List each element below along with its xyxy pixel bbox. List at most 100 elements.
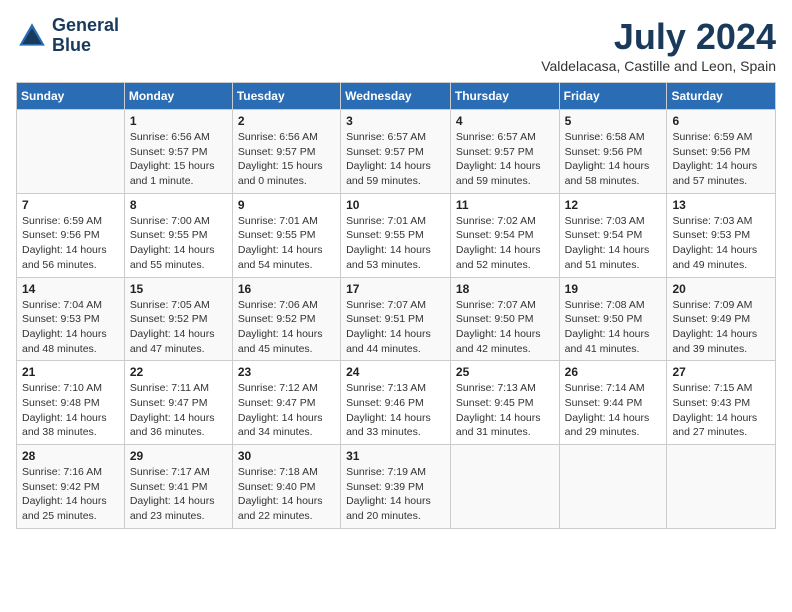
day-info: Sunrise: 6:59 AM Sunset: 9:56 PM Dayligh…: [672, 130, 770, 189]
day-number: 31: [346, 449, 445, 463]
day-number: 15: [130, 282, 227, 296]
day-cell: 30 Sunrise: 7:18 AM Sunset: 9:40 PM Dayli…: [232, 445, 340, 529]
day-number: 29: [130, 449, 227, 463]
day-number: 5: [565, 114, 662, 128]
day-info: Sunrise: 7:03 AM Sunset: 9:54 PM Dayligh…: [565, 214, 662, 273]
day-info: Sunrise: 7:13 AM Sunset: 9:46 PM Dayligh…: [346, 381, 445, 440]
week-row-3: 14 Sunrise: 7:04 AM Sunset: 9:53 PM Dayli…: [17, 277, 776, 361]
day-number: 20: [672, 282, 770, 296]
day-info: Sunrise: 6:57 AM Sunset: 9:57 PM Dayligh…: [456, 130, 554, 189]
day-cell: [17, 110, 125, 194]
day-number: 21: [22, 365, 119, 379]
day-cell: 15 Sunrise: 7:05 AM Sunset: 9:52 PM Dayli…: [124, 277, 232, 361]
day-number: 26: [565, 365, 662, 379]
day-info: Sunrise: 7:18 AM Sunset: 9:40 PM Dayligh…: [238, 465, 335, 524]
day-cell: 12 Sunrise: 7:03 AM Sunset: 9:54 PM Dayli…: [559, 193, 667, 277]
day-cell: 14 Sunrise: 7:04 AM Sunset: 9:53 PM Dayli…: [17, 277, 125, 361]
day-number: 12: [565, 198, 662, 212]
title-block: July 2024 Valdelacasa, Castille and Leon…: [541, 16, 776, 74]
day-cell: 19 Sunrise: 7:08 AM Sunset: 9:50 PM Dayli…: [559, 277, 667, 361]
day-info: Sunrise: 7:17 AM Sunset: 9:41 PM Dayligh…: [130, 465, 227, 524]
day-info: Sunrise: 7:08 AM Sunset: 9:50 PM Dayligh…: [565, 298, 662, 357]
day-cell: 24Sunrise: 7:13 AM Sunset: 9:46 PM Dayli…: [341, 361, 451, 445]
day-number: 17: [346, 282, 445, 296]
day-number: 4: [456, 114, 554, 128]
day-cell: 22 Sunrise: 7:11 AM Sunset: 9:47 PM Dayli…: [124, 361, 232, 445]
day-info: Sunrise: 7:05 AM Sunset: 9:52 PM Dayligh…: [130, 298, 227, 357]
day-cell: 17 Sunrise: 7:07 AM Sunset: 9:51 PM Dayli…: [341, 277, 451, 361]
day-cell: 31 Sunrise: 7:19 AM Sunset: 9:39 PM Dayli…: [341, 445, 451, 529]
day-info: Sunrise: 7:06 AM Sunset: 9:52 PM Dayligh…: [238, 298, 335, 357]
day-cell: 23 Sunrise: 7:12 AM Sunset: 9:47 PM Dayli…: [232, 361, 340, 445]
day-number: 28: [22, 449, 119, 463]
week-row-4: 21 Sunrise: 7:10 AM Sunset: 9:48 PM Dayli…: [17, 361, 776, 445]
calendar-table: SundayMondayTuesdayWednesdayThursdayFrid…: [16, 82, 776, 529]
day-number: 11: [456, 198, 554, 212]
day-cell: 9 Sunrise: 7:01 AM Sunset: 9:55 PM Daylig…: [232, 193, 340, 277]
day-info: Sunrise: 6:57 AM Sunset: 9:57 PM Dayligh…: [346, 130, 445, 189]
location: Valdelacasa, Castille and Leon, Spain: [541, 58, 776, 74]
day-number: 25: [456, 365, 554, 379]
column-header-friday: Friday: [559, 83, 667, 110]
day-info: Sunrise: 7:19 AM Sunset: 9:39 PM Dayligh…: [346, 465, 445, 524]
day-info: Sunrise: 7:00 AM Sunset: 9:55 PM Dayligh…: [130, 214, 227, 273]
day-cell: 4 Sunrise: 6:57 AM Sunset: 9:57 PM Daylig…: [450, 110, 559, 194]
day-info: Sunrise: 7:04 AM Sunset: 9:53 PM Dayligh…: [22, 298, 119, 357]
day-number: 23: [238, 365, 335, 379]
day-cell: 16 Sunrise: 7:06 AM Sunset: 9:52 PM Dayli…: [232, 277, 340, 361]
day-info: Sunrise: 7:11 AM Sunset: 9:47 PM Dayligh…: [130, 381, 227, 440]
day-info: Sunrise: 7:12 AM Sunset: 9:47 PM Dayligh…: [238, 381, 335, 440]
day-number: 14: [22, 282, 119, 296]
page-header: General Blue July 2024 Valdelacasa, Cast…: [16, 16, 776, 74]
day-info: Sunrise: 6:58 AM Sunset: 9:56 PM Dayligh…: [565, 130, 662, 189]
day-cell: 21 Sunrise: 7:10 AM Sunset: 9:48 PM Dayli…: [17, 361, 125, 445]
day-cell: 26Sunrise: 7:14 AM Sunset: 9:44 PM Dayli…: [559, 361, 667, 445]
day-cell: 20 Sunrise: 7:09 AM Sunset: 9:49 PM Dayli…: [667, 277, 776, 361]
day-cell: 27 Sunrise: 7:15 AM Sunset: 9:43 PM Dayli…: [667, 361, 776, 445]
month-title: July 2024: [541, 16, 776, 58]
day-number: 9: [238, 198, 335, 212]
logo-icon: [16, 20, 48, 52]
day-number: 18: [456, 282, 554, 296]
day-number: 10: [346, 198, 445, 212]
day-number: 13: [672, 198, 770, 212]
column-header-sunday: Sunday: [17, 83, 125, 110]
day-info: Sunrise: 7:09 AM Sunset: 9:49 PM Dayligh…: [672, 298, 770, 357]
day-cell: [559, 445, 667, 529]
day-info: Sunrise: 6:56 AM Sunset: 9:57 PM Dayligh…: [238, 130, 335, 189]
day-info: Sunrise: 7:07 AM Sunset: 9:51 PM Dayligh…: [346, 298, 445, 357]
day-info: Sunrise: 7:10 AM Sunset: 9:48 PM Dayligh…: [22, 381, 119, 440]
day-cell: 29 Sunrise: 7:17 AM Sunset: 9:41 PM Dayli…: [124, 445, 232, 529]
day-info: Sunrise: 6:56 AM Sunset: 9:57 PM Dayligh…: [130, 130, 227, 189]
day-cell: 5 Sunrise: 6:58 AM Sunset: 9:56 PM Daylig…: [559, 110, 667, 194]
day-info: Sunrise: 7:03 AM Sunset: 9:53 PM Dayligh…: [672, 214, 770, 273]
day-cell: 18 Sunrise: 7:07 AM Sunset: 9:50 PM Dayli…: [450, 277, 559, 361]
day-cell: 13 Sunrise: 7:03 AM Sunset: 9:53 PM Dayli…: [667, 193, 776, 277]
logo: General Blue: [16, 16, 119, 56]
day-number: 16: [238, 282, 335, 296]
day-cell: 6 Sunrise: 6:59 AM Sunset: 9:56 PM Daylig…: [667, 110, 776, 194]
day-number: 30: [238, 449, 335, 463]
day-number: 22: [130, 365, 227, 379]
day-number: 8: [130, 198, 227, 212]
day-number: 3: [346, 114, 445, 128]
day-info: Sunrise: 7:01 AM Sunset: 9:55 PM Dayligh…: [238, 214, 335, 273]
day-info: Sunrise: 7:02 AM Sunset: 9:54 PM Dayligh…: [456, 214, 554, 273]
day-cell: 28 Sunrise: 7:16 AM Sunset: 9:42 PM Dayli…: [17, 445, 125, 529]
day-number: 2: [238, 114, 335, 128]
day-cell: 1Sunrise: 6:56 AM Sunset: 9:57 PM Daylig…: [124, 110, 232, 194]
day-info: Sunrise: 7:07 AM Sunset: 9:50 PM Dayligh…: [456, 298, 554, 357]
day-cell: 3 Sunrise: 6:57 AM Sunset: 9:57 PM Daylig…: [341, 110, 451, 194]
day-info: Sunrise: 7:13 AM Sunset: 9:45 PM Dayligh…: [456, 381, 554, 440]
week-row-5: 28 Sunrise: 7:16 AM Sunset: 9:42 PM Dayli…: [17, 445, 776, 529]
day-number: 27: [672, 365, 770, 379]
column-header-tuesday: Tuesday: [232, 83, 340, 110]
day-cell: 10Sunrise: 7:01 AM Sunset: 9:55 PM Dayli…: [341, 193, 451, 277]
day-number: 6: [672, 114, 770, 128]
day-number: 19: [565, 282, 662, 296]
week-row-1: 1Sunrise: 6:56 AM Sunset: 9:57 PM Daylig…: [17, 110, 776, 194]
day-info: Sunrise: 7:15 AM Sunset: 9:43 PM Dayligh…: [672, 381, 770, 440]
day-cell: [667, 445, 776, 529]
day-info: Sunrise: 7:16 AM Sunset: 9:42 PM Dayligh…: [22, 465, 119, 524]
day-cell: 11 Sunrise: 7:02 AM Sunset: 9:54 PM Dayli…: [450, 193, 559, 277]
